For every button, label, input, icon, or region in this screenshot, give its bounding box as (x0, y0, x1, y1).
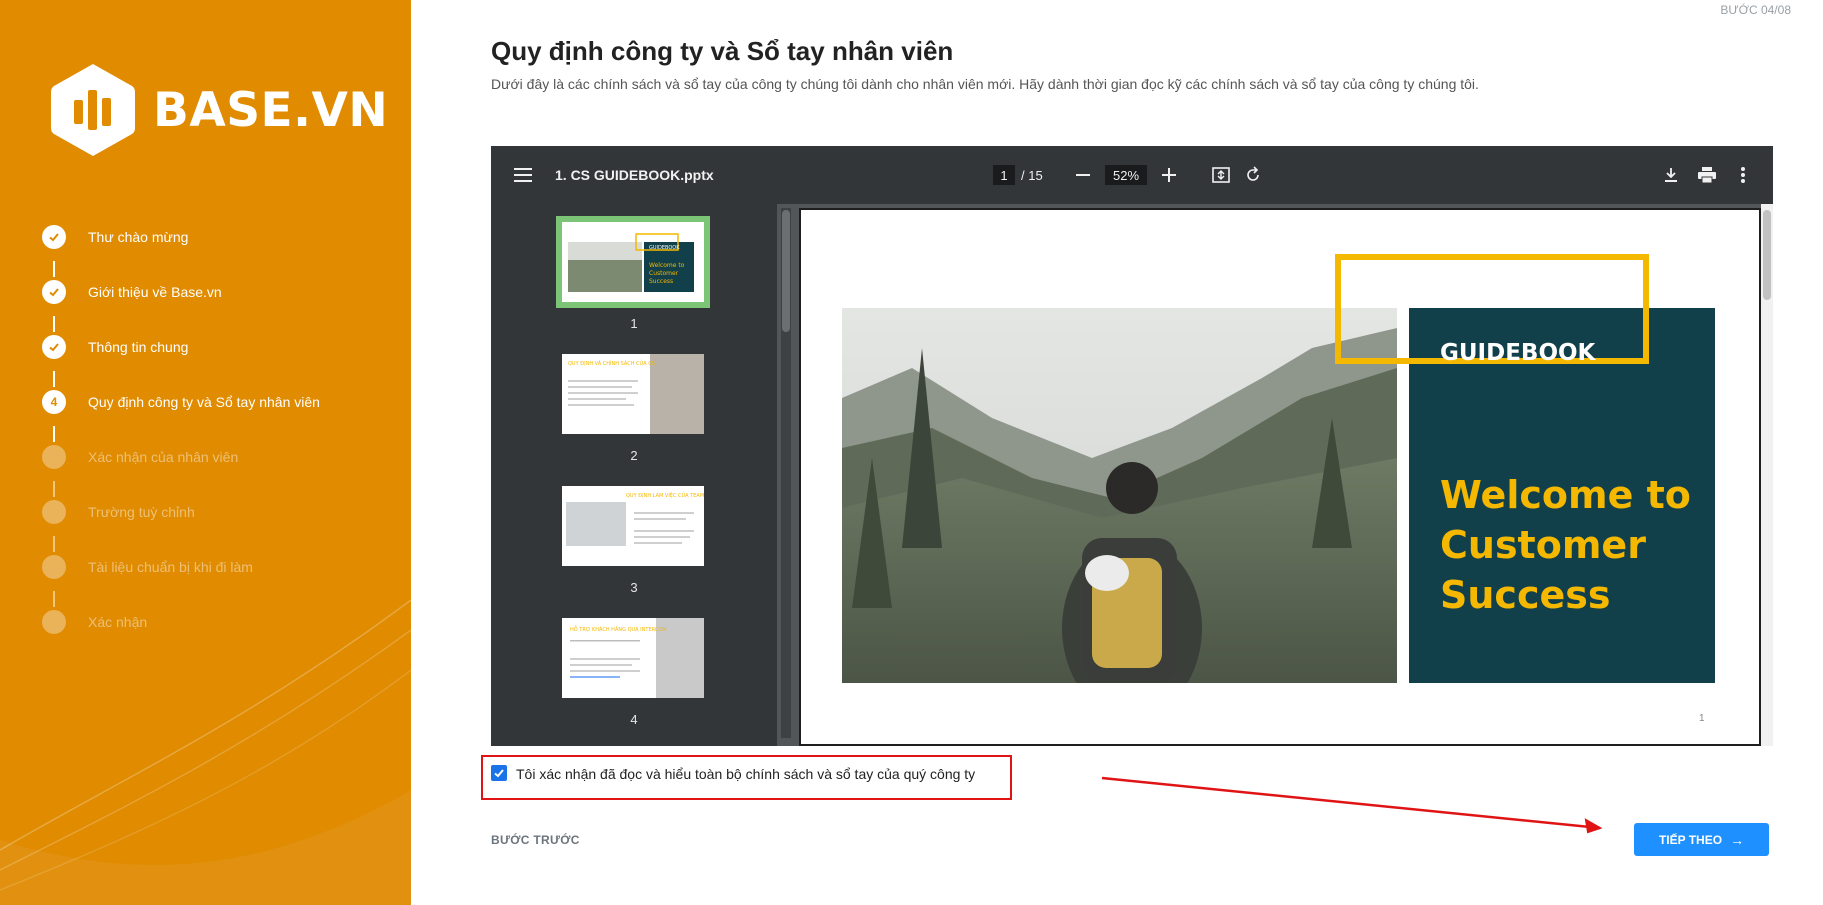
thumbnail-page-2[interactable]: QUY ĐỊNH VÀ CHÍNH SÁCH CỦA CS (562, 354, 704, 434)
thumbnail-image: QUY ĐỊNH LÀM VIỆC CỦA TEAM MẶM NON (562, 486, 731, 566)
step-item-custom-fields: Trường tuỳ chỉnh (42, 500, 195, 524)
check-icon (42, 280, 66, 304)
print-icon[interactable] (1695, 163, 1719, 187)
step-number: 4 (42, 390, 66, 414)
thumbnail-pane: GUIDEBOOK Welcome to Customer Success 1 … (491, 204, 777, 746)
thumbnail-title: GUIDEBOOK (649, 245, 680, 251)
page-scrollbar-thumb[interactable] (1763, 210, 1771, 300)
base-hexagon-icon (51, 64, 135, 156)
previous-step-link[interactable]: BƯỚC TRƯỚC (491, 833, 580, 847)
thumbnail-number: 1 (630, 316, 638, 331)
thumbnail-title: HỖ TRỢ KHÁCH HÀNG QUA INTERCOM (570, 625, 667, 633)
step-label: Giới thiệu về Base.vn (88, 284, 222, 300)
hiker-mountain-photo (842, 308, 1397, 683)
step-dot (42, 445, 66, 469)
page-title: Quy định công ty và Sổ tay nhân viên (491, 36, 954, 66)
thumbnail-scrollbar-thumb[interactable] (782, 210, 790, 332)
file-name: 1. CS GUIDEBOOK.pptx (555, 167, 714, 183)
step-item-employee-confirm: Xác nhận của nhân viên (42, 445, 238, 469)
page-number-input[interactable]: 1 (993, 165, 1015, 185)
step-connector (53, 371, 55, 387)
step-item-intro[interactable]: Giới thiệu về Base.vn (42, 280, 222, 304)
sidebar: BASE.VN Thư chào mừng Giới thiệu về Base… (0, 0, 411, 905)
step-item-final-confirm: Xác nhận (42, 610, 147, 634)
download-icon[interactable] (1659, 163, 1683, 187)
thumbnail-title: QUY ĐỊNH VÀ CHÍNH SÁCH CỦA CS (568, 359, 655, 367)
thumbnail-page-3[interactable]: QUY ĐỊNH LÀM VIỆC CỦA TEAM MẶM NON (562, 486, 731, 566)
zoom-out-icon[interactable] (1071, 163, 1095, 187)
check-icon (42, 225, 66, 249)
step-connector (53, 261, 55, 277)
step-dot (42, 610, 66, 634)
rotate-icon[interactable] (1241, 163, 1265, 187)
slide-label: GUIDEBOOK (1440, 340, 1596, 366)
step-label: Xác nhận của nhân viên (88, 449, 239, 465)
thumbnail-number: 3 (630, 580, 638, 595)
step-dot (42, 500, 66, 524)
slide-headline: Welcome to Customer Success (1440, 473, 1691, 617)
step-dot (42, 555, 66, 579)
zoom-in-icon[interactable] (1157, 163, 1181, 187)
brand-logo[interactable]: BASE.VN (50, 62, 388, 158)
arrow-right-icon: → (1730, 831, 1745, 848)
thumbnail-image: HỖ TRỢ KHÁCH HÀNG QUA INTERCOM (562, 618, 704, 698)
step-item-policies[interactable]: 4 Quy định công ty và Sổ tay nhân viên (42, 390, 320, 414)
step-connector (53, 591, 55, 607)
thumbnail-image: QUY ĐỊNH VÀ CHÍNH SÁCH CỦA CS (562, 354, 704, 434)
confirm-label[interactable]: Tôi xác nhận đã đọc và hiểu toàn bộ chín… (516, 766, 975, 782)
step-label: Tài liệu chuẩn bị khi đi làm (88, 559, 253, 575)
next-step-label: TIẾP THEO (1658, 832, 1723, 847)
step-label: Xác nhận (88, 614, 148, 630)
thumbnail-page-4[interactable]: HỖ TRỢ KHÁCH HÀNG QUA INTERCOM (562, 618, 704, 698)
thumbnail-number: 2 (630, 448, 638, 463)
step-label: Trường tuỳ chỉnh (88, 504, 195, 520)
annotation-arrow (1101, 776, 1603, 834)
slide-page: GUIDEBOOK Welcome to Customer Success 1 (799, 208, 1761, 746)
next-step-button[interactable]: TIẾP THEO → (1634, 823, 1769, 856)
step-connector (53, 481, 55, 497)
step-label: Thư chào mừng (88, 229, 189, 245)
step-label: Quy định công ty và Sổ tay nhân viên (88, 394, 320, 410)
brand-name: BASE.VN (153, 82, 389, 138)
page-description: Dưới đây là các chính sách và sổ tay của… (491, 76, 1479, 92)
svg-text:Customer: Customer (649, 270, 679, 277)
slide-page-number: 1 (1699, 713, 1705, 724)
step-connector (53, 536, 55, 552)
menu-icon[interactable] (511, 163, 535, 187)
step-label: Thông tin chung (88, 339, 189, 355)
step-connector (53, 426, 55, 442)
svg-text:Welcome to: Welcome to (649, 262, 685, 269)
zoom-level[interactable]: 52% (1105, 165, 1147, 185)
fit-page-icon[interactable] (1209, 163, 1233, 187)
more-options-icon[interactable] (1731, 163, 1755, 187)
step-connector (53, 316, 55, 332)
page-total: / 15 (1021, 167, 1043, 183)
step-counter: BƯỚC 04/08 (1720, 3, 1791, 17)
checkmark-icon (494, 769, 504, 778)
check-icon (42, 335, 66, 359)
step-item-general-info[interactable]: Thông tin chung (42, 335, 188, 359)
page-canvas: GUIDEBOOK Welcome to Customer Success 1 (791, 204, 1773, 746)
thumbnail-page-1[interactable]: GUIDEBOOK Welcome to Customer Success (556, 216, 710, 308)
document-viewer: 1. CS GUIDEBOOK.pptx 1 / 15 52% GUIDEBOO… (491, 146, 1773, 746)
step-item-documents: Tài liệu chuẩn bị khi đi làm (42, 555, 253, 579)
viewer-toolbar: 1. CS GUIDEBOOK.pptx 1 / 15 52% (491, 146, 1773, 204)
thumbnail-number: 4 (630, 712, 638, 727)
step-item-welcome[interactable]: Thư chào mừng (42, 225, 188, 249)
thumbnail-image: GUIDEBOOK Welcome to Customer Success (562, 222, 704, 302)
thumbnail-title: QUY ĐỊNH LÀM VIỆC CỦA TEAM MẶM NON (626, 491, 704, 499)
svg-text:Success: Success (649, 278, 673, 285)
confirm-checkbox[interactable] (491, 765, 507, 781)
